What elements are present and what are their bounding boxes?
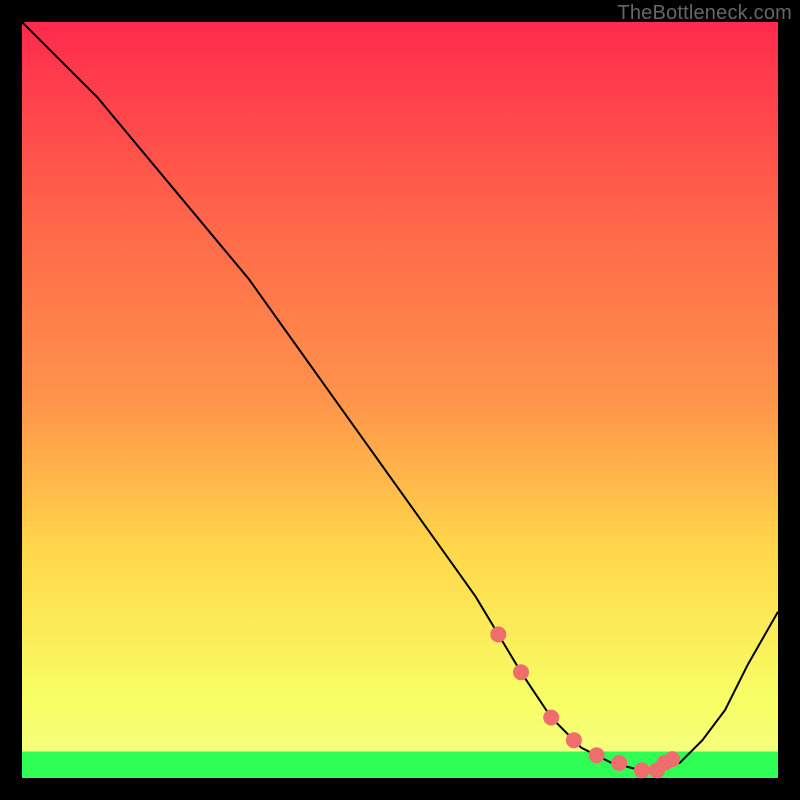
optimal-marker <box>543 710 559 726</box>
optimal-marker <box>513 664 529 680</box>
optimal-marker <box>634 762 650 778</box>
optimal-marker <box>589 747 605 763</box>
bottleneck-chart <box>0 0 800 800</box>
optimal-marker <box>664 751 680 767</box>
optimal-marker <box>611 755 627 771</box>
optimal-marker <box>490 626 506 642</box>
watermark-label: TheBottleneck.com <box>617 2 792 25</box>
plot-background <box>22 22 778 778</box>
chart-container: TheBottleneck.com <box>0 0 800 800</box>
optimal-marker <box>566 732 582 748</box>
